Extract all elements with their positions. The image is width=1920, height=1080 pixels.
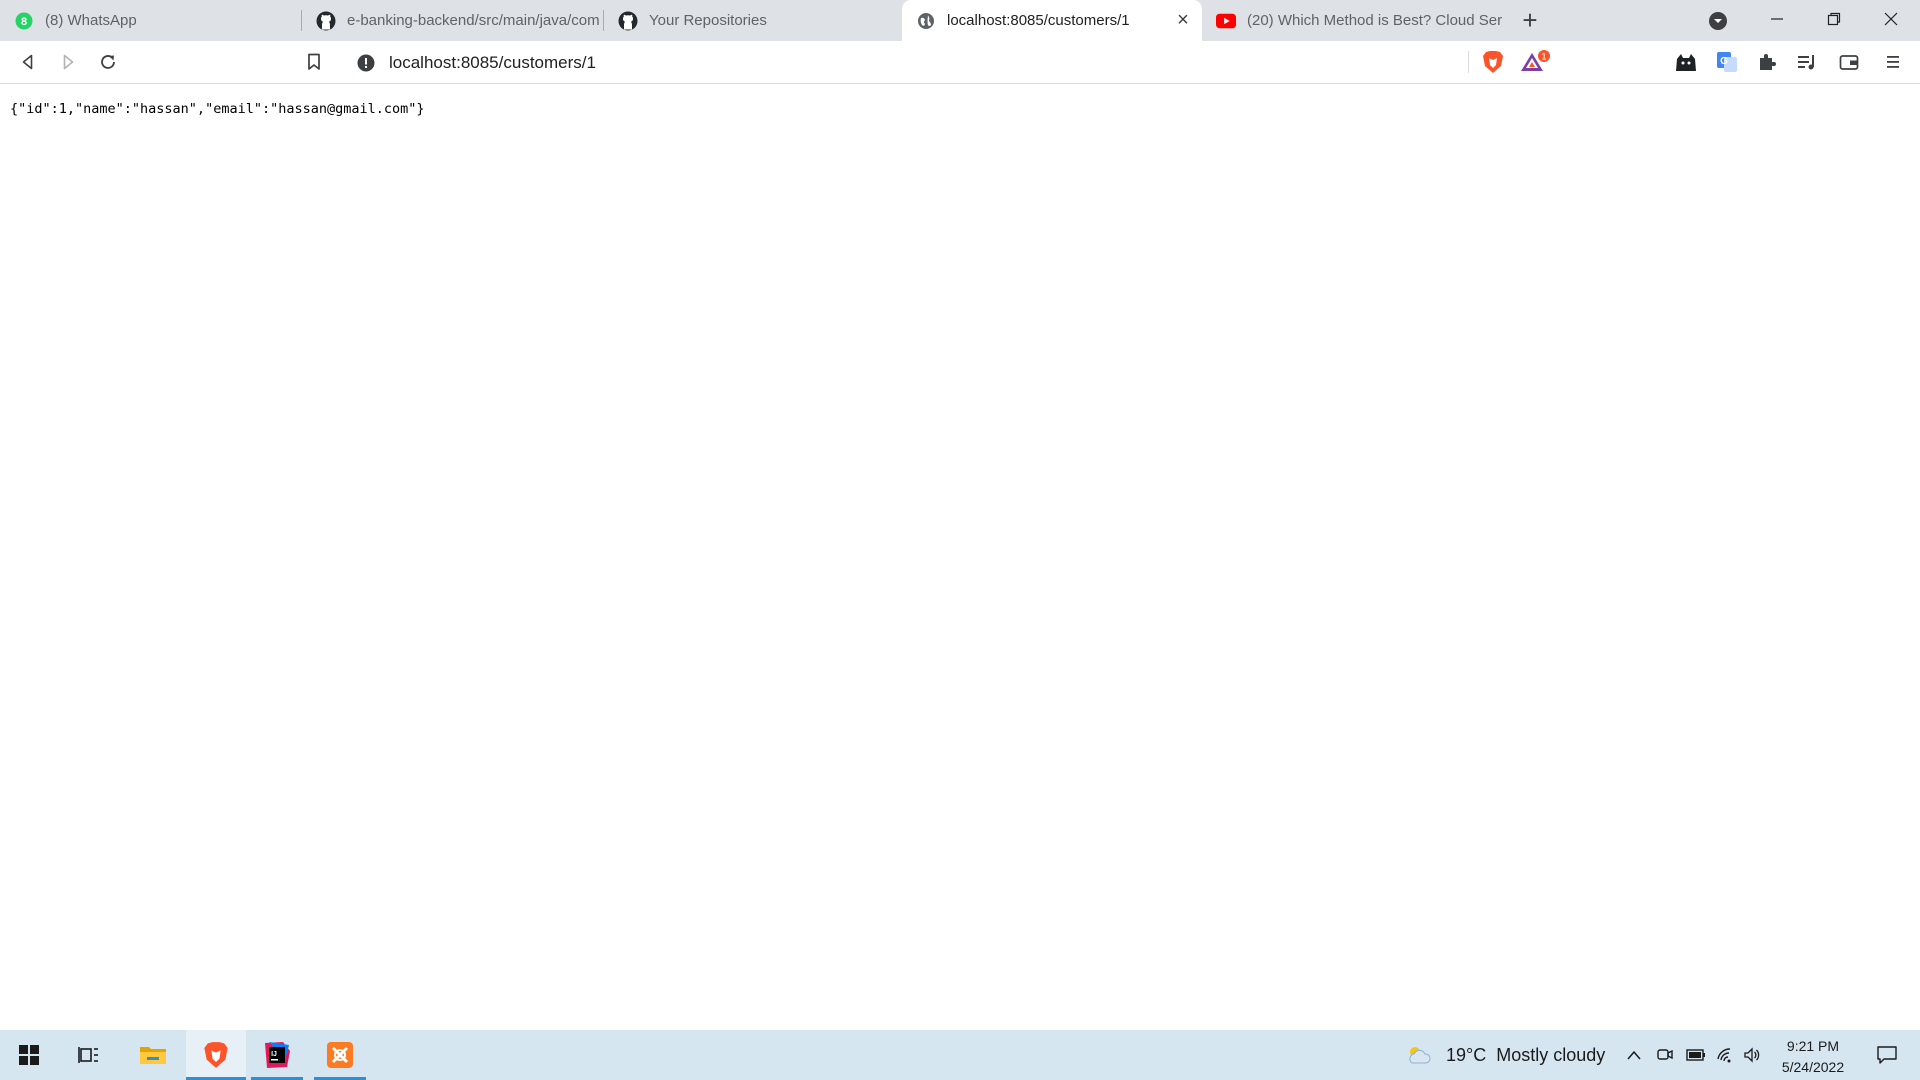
- wifi-icon: [1717, 1048, 1731, 1063]
- chevron-down-icon: [1709, 12, 1727, 30]
- new-tab-button[interactable]: +: [1512, 4, 1548, 36]
- svg-text:IJ: IJ: [271, 1051, 277, 1058]
- weather-widget[interactable]: 19°C Mostly cloudy: [1406, 1030, 1605, 1080]
- menu-button[interactable]: [1876, 45, 1910, 79]
- google-translate-button[interactable]: G: [1710, 45, 1744, 79]
- tab-localhost-customers[interactable]: localhost:8085/customers/1 ×: [902, 0, 1202, 41]
- restore-icon: [1827, 12, 1841, 26]
- task-view-button[interactable]: [62, 1030, 116, 1080]
- xampp-taskbar-button[interactable]: [314, 1030, 366, 1080]
- minimize-button[interactable]: [1748, 0, 1806, 38]
- folder-icon: [140, 1047, 166, 1064]
- json-response-text: {"id":1,"name":"hassan","email":"hassan@…: [10, 101, 425, 117]
- extensions-button[interactable]: [1750, 45, 1784, 79]
- taskbar: IJ 19°C Mostly cloudy 9:21 PM 5/24/2022: [0, 1030, 1920, 1080]
- extension-cat-button[interactable]: [1669, 45, 1703, 79]
- network-status[interactable]: [1712, 1030, 1738, 1080]
- brave-browser-taskbar-button[interactable]: [186, 1030, 246, 1080]
- minimize-icon: [1771, 18, 1783, 20]
- wallet-icon: [1839, 55, 1859, 70]
- translate-icon: G: [1717, 52, 1737, 72]
- whatsapp-icon: 8: [14, 11, 34, 31]
- github-icon: [618, 11, 638, 31]
- battery-icon: [1686, 1049, 1705, 1061]
- tab-title: e-banking-backend/src/main/java/com: [347, 12, 600, 29]
- close-tab-icon[interactable]: ×: [1170, 8, 1196, 34]
- tab-title: Your Repositories: [649, 12, 767, 29]
- weather-temperature: 19°C: [1446, 1044, 1487, 1065]
- youtube-icon: [1216, 11, 1236, 31]
- chevron-up-icon: [1627, 1050, 1641, 1060]
- action-center-button[interactable]: [1864, 1030, 1910, 1080]
- clock-time: 9:21 PM: [1786, 1038, 1840, 1054]
- tab-title: (8) WhatsApp: [45, 12, 137, 29]
- cloudy-weather-icon: [1409, 1047, 1431, 1064]
- page-content: {"id":1,"name":"hassan","email":"hassan@…: [0, 85, 1920, 1030]
- back-arrow-icon: [22, 54, 33, 70]
- battery-status[interactable]: [1682, 1030, 1710, 1080]
- tab-your-repositories[interactable]: Your Repositories: [604, 0, 904, 41]
- show-hidden-icons-button[interactable]: [1620, 1030, 1648, 1080]
- close-window-button[interactable]: [1862, 0, 1920, 38]
- rewards-triangle-icon: 1: [1521, 50, 1550, 71]
- tab-strip: 8 (8) WhatsApp e-banking-backend/src/mai…: [0, 0, 1920, 41]
- brave-lion-icon: [1483, 51, 1503, 73]
- weather-condition: Mostly cloudy: [1496, 1044, 1606, 1065]
- info-icon[interactable]: [355, 52, 377, 74]
- task-view-icon: [78, 1047, 98, 1063]
- brave-lion-icon: [204, 1042, 228, 1068]
- brave-rewards-button[interactable]: 1: [1518, 45, 1552, 79]
- intellij-icon: IJ: [265, 1042, 290, 1068]
- playlist-button[interactable]: [1790, 45, 1824, 79]
- bookmark-icon: [308, 53, 320, 70]
- webcam-icon: [1657, 1049, 1673, 1060]
- reload-button[interactable]: [91, 45, 125, 79]
- github-icon: [316, 11, 336, 31]
- puzzle-icon: [1760, 54, 1776, 70]
- tab-search-button[interactable]: [1702, 5, 1734, 37]
- svg-text:8: 8: [21, 16, 27, 28]
- clock-date: 5/24/2022: [1781, 1059, 1845, 1075]
- file-explorer-button[interactable]: [126, 1030, 180, 1080]
- reload-icon: [101, 55, 115, 69]
- back-button[interactable]: [11, 45, 45, 79]
- meet-now-button[interactable]: [1652, 1030, 1678, 1080]
- tab-title: localhost:8085/customers/1: [947, 12, 1130, 29]
- forward-arrow-icon: [63, 54, 74, 70]
- svg-text:1: 1: [1541, 52, 1546, 62]
- wallet-button[interactable]: [1832, 45, 1866, 79]
- brave-shields-button[interactable]: [1476, 45, 1510, 79]
- globe-icon: [916, 11, 936, 31]
- svg-text:G: G: [1720, 56, 1728, 67]
- playlist-icon: [1798, 55, 1814, 70]
- address-bar[interactable]: localhost:8085/customers/1: [343, 45, 1560, 80]
- start-button[interactable]: [0, 1030, 58, 1080]
- xampp-icon: [327, 1042, 353, 1068]
- restore-button[interactable]: [1805, 0, 1863, 38]
- tab-github-backend[interactable]: e-banking-backend/src/main/java/com: [302, 0, 604, 41]
- close-icon: [1884, 12, 1898, 26]
- windows-icon: [19, 1045, 39, 1065]
- bookmark-button[interactable]: [297, 45, 331, 79]
- hamburger-menu-icon: [1887, 56, 1899, 68]
- browser-toolbar: localhost:8085/customers/1 1 G: [0, 41, 1920, 84]
- tab-whatsapp[interactable]: 8 (8) WhatsApp: [0, 0, 302, 41]
- forward-button[interactable]: [51, 45, 85, 79]
- tab-youtube[interactable]: (20) Which Method is Best? Cloud Serv: [1202, 0, 1502, 41]
- speaker-icon: [1744, 1047, 1760, 1063]
- intellij-taskbar-button[interactable]: IJ: [251, 1030, 303, 1080]
- system-clock[interactable]: 9:21 PM 5/24/2022: [1760, 1036, 1866, 1078]
- cat-extension-icon: [1676, 54, 1696, 71]
- tab-title: (20) Which Method is Best? Cloud Serv: [1247, 12, 1502, 29]
- notification-icon: [1877, 1046, 1897, 1064]
- url-text[interactable]: localhost:8085/customers/1: [389, 53, 596, 73]
